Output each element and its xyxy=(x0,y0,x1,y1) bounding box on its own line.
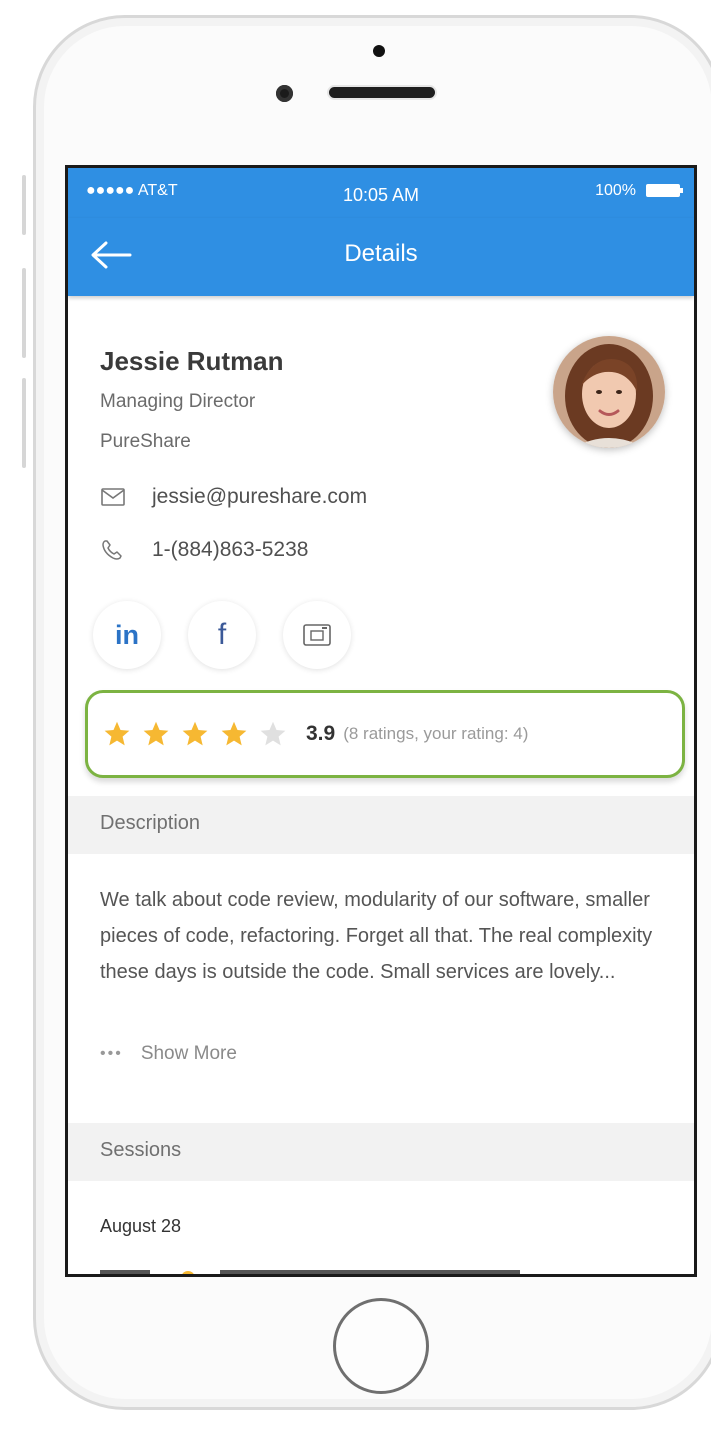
show-more-link[interactable]: ••• Show More xyxy=(100,1043,237,1065)
star-icon[interactable] xyxy=(142,720,170,748)
instagram-button[interactable] xyxy=(283,601,351,669)
rating-value: 3.9 xyxy=(306,722,336,745)
battery-icon xyxy=(646,184,683,197)
mail-icon xyxy=(101,488,125,506)
star-icon[interactable] xyxy=(259,720,287,748)
star-rating[interactable] xyxy=(103,720,298,748)
star-icon[interactable] xyxy=(181,720,209,748)
volume-up-button xyxy=(22,268,26,358)
avatar-photo-icon xyxy=(553,336,665,448)
home-button[interactable] xyxy=(333,1298,429,1394)
ellipsis-icon: ••• xyxy=(100,1045,123,1062)
battery-percent: 100% xyxy=(595,182,636,199)
session-row-cutoff xyxy=(100,1270,520,1274)
star-icon[interactable] xyxy=(103,720,131,748)
session-date: August 28 xyxy=(100,1216,182,1236)
star-icon[interactable] xyxy=(220,720,248,748)
page-title: Details xyxy=(344,240,418,267)
app-screen: ●●●●● AT&T 10:05 AM 100% Details Jessie … xyxy=(65,165,697,1277)
volume-down-button xyxy=(22,378,26,468)
camera-icon xyxy=(303,624,331,646)
email-row[interactable]: jessie@pureshare.com xyxy=(100,485,367,509)
description-header-label: Description xyxy=(100,812,201,834)
description-text: We talk about code review, modularity of… xyxy=(100,889,653,983)
status-bar: ●●●●● AT&T 10:05 AM 100% xyxy=(68,168,694,218)
contact-company: PureShare xyxy=(100,431,191,452)
social-links: in f xyxy=(93,601,378,669)
nav-bar: Details xyxy=(68,218,694,296)
linkedin-button[interactable]: in xyxy=(93,601,161,669)
phone-icon xyxy=(102,540,122,560)
front-camera xyxy=(276,85,293,102)
contact-name: Jessie Rutman xyxy=(100,346,284,376)
description-header: Description xyxy=(68,796,694,854)
session-item-partial[interactable] xyxy=(100,1258,660,1274)
email-text[interactable]: jessie@pureshare.com xyxy=(152,485,367,509)
mute-switch xyxy=(22,175,26,235)
rating-info: (8 ratings, your rating: 4) xyxy=(343,724,529,743)
phone-text[interactable]: 1-(884)863-5238 xyxy=(152,538,308,562)
earpiece-speaker xyxy=(329,87,435,98)
facebook-button[interactable]: f xyxy=(188,601,256,669)
rating-box[interactable]: 3.9 (8 ratings, your rating: 4) xyxy=(85,690,685,778)
sessions-header: Sessions xyxy=(68,1123,694,1181)
sessions-header-label: Sessions xyxy=(100,1139,182,1161)
proximity-sensor xyxy=(373,45,385,57)
facebook-icon: f xyxy=(217,618,227,651)
phone-row[interactable]: 1-(884)863-5238 xyxy=(100,538,308,562)
avatar xyxy=(553,336,665,448)
show-more-label: Show More xyxy=(140,1043,237,1064)
contact-title: Managing Director xyxy=(100,391,256,412)
linkedin-icon: in xyxy=(115,619,139,650)
